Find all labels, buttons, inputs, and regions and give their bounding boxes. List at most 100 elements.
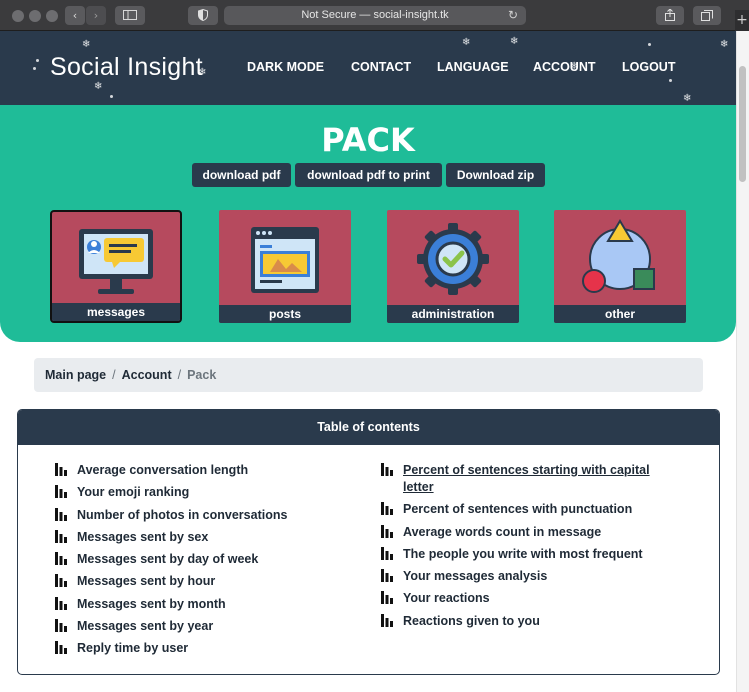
page-title: PACK bbox=[321, 121, 415, 159]
card-label-messages: messages bbox=[52, 303, 180, 321]
chevron-right-icon: › bbox=[93, 9, 99, 22]
toc-item[interactable]: Your messages analysis bbox=[381, 568, 681, 585]
bar-chart-icon bbox=[55, 552, 67, 566]
breadcrumb-separator: / bbox=[112, 368, 116, 382]
nav-logout[interactable]: LOGOUT bbox=[622, 60, 675, 74]
share-button[interactable] bbox=[656, 6, 684, 25]
snowflake-icon: ❄ bbox=[510, 36, 519, 47]
bar-chart-icon bbox=[55, 485, 67, 499]
toc-item[interactable]: Number of photos in conversations bbox=[55, 507, 355, 524]
pack-hero: PACK download pdf download pdf to print … bbox=[0, 105, 736, 342]
bar-chart-icon bbox=[55, 574, 67, 588]
breadcrumb-account[interactable]: Account bbox=[122, 368, 172, 382]
toc-title: Table of contents bbox=[18, 410, 719, 445]
nav-language[interactable]: LANGUAGE bbox=[437, 60, 509, 74]
breadcrumb-separator: / bbox=[177, 368, 182, 382]
chevron-left-icon: ‹ bbox=[72, 9, 78, 22]
breadcrumb-main-page[interactable]: Main page bbox=[45, 368, 106, 382]
share-icon bbox=[665, 8, 675, 21]
browser-toolbar: ‹ › Not Secure — social-insight.tk ↻ + bbox=[0, 0, 749, 31]
toc-item[interactable]: Messages sent by year bbox=[55, 618, 355, 635]
snowflake-icon: ❄ bbox=[198, 67, 207, 78]
toc-item[interactable]: Messages sent by hour bbox=[55, 573, 355, 590]
forward-button[interactable]: › bbox=[86, 6, 106, 25]
category-card-other[interactable]: other bbox=[554, 210, 686, 323]
bar-chart-icon bbox=[381, 524, 393, 538]
toc-item[interactable]: Reply time by user bbox=[55, 640, 355, 657]
toc-item[interactable]: Your emoji ranking bbox=[55, 484, 355, 501]
snow-dot bbox=[33, 67, 36, 70]
tabs-overview-button[interactable] bbox=[693, 6, 721, 25]
snowflake-icon: ❄ bbox=[720, 39, 729, 50]
nav-account[interactable]: ACCOUNT bbox=[533, 60, 596, 74]
snow-dot bbox=[648, 43, 651, 46]
address-bar[interactable]: Not Secure — social-insight.tk ↻ bbox=[224, 6, 526, 25]
bar-chart-icon bbox=[55, 619, 67, 633]
toc-left-column: Average conversation length Your emoji r… bbox=[55, 462, 355, 663]
bar-chart-icon bbox=[381, 463, 393, 476]
toc-item[interactable]: Messages sent by sex bbox=[55, 529, 355, 546]
bar-chart-icon bbox=[55, 507, 67, 521]
bar-chart-icon bbox=[55, 529, 67, 543]
bar-chart-icon bbox=[55, 596, 67, 610]
sidebar-toggle-button[interactable] bbox=[115, 6, 145, 25]
download-pdf-print-button[interactable]: download pdf to print bbox=[295, 163, 442, 187]
toc-item[interactable]: Percent of sentences starting with capit… bbox=[381, 462, 681, 496]
bar-chart-icon bbox=[381, 613, 393, 627]
new-tab-button[interactable]: + bbox=[735, 10, 749, 31]
breadcrumb-current: Pack bbox=[187, 368, 217, 382]
toc-item[interactable]: Messages sent by month bbox=[55, 596, 355, 613]
close-window-button[interactable] bbox=[12, 10, 24, 22]
tabs-icon bbox=[701, 10, 713, 21]
bar-chart-icon bbox=[381, 502, 393, 516]
gear-check-icon bbox=[417, 223, 489, 295]
card-label-other: other bbox=[554, 305, 686, 323]
shield-icon bbox=[198, 8, 208, 22]
category-card-posts[interactable]: posts bbox=[219, 210, 351, 323]
snowflake-icon: ❄ bbox=[82, 39, 91, 50]
download-zip-button[interactable]: Download zip bbox=[446, 163, 545, 187]
toc-item[interactable]: Percent of sentences with punctuation bbox=[381, 501, 681, 518]
toc-item[interactable]: Reactions given to you bbox=[381, 613, 681, 630]
snowflake-icon: ❄ bbox=[570, 61, 579, 72]
minimize-window-button[interactable] bbox=[29, 10, 41, 22]
zoom-window-button[interactable] bbox=[46, 10, 58, 22]
snowflake-icon: ❄ bbox=[94, 81, 103, 92]
monitor-chat-icon bbox=[79, 229, 153, 294]
toc-item[interactable]: The people you write with most frequent bbox=[381, 546, 681, 563]
snowflake-icon: ❄ bbox=[462, 37, 471, 48]
nav-contact[interactable]: CONTACT bbox=[351, 60, 411, 74]
breadcrumb: Main page / Account / Pack bbox=[34, 358, 703, 392]
bar-chart-icon bbox=[381, 591, 393, 605]
browser-window-icon bbox=[251, 227, 319, 293]
privacy-report-button[interactable] bbox=[188, 6, 218, 25]
bar-chart-icon bbox=[381, 546, 393, 560]
snow-dot bbox=[669, 79, 672, 82]
category-card-messages[interactable]: messages bbox=[50, 210, 182, 323]
category-card-administration[interactable]: administration bbox=[387, 210, 519, 323]
shapes-icon bbox=[582, 219, 655, 293]
bar-chart-icon bbox=[381, 569, 393, 583]
toc-item[interactable]: Your reactions bbox=[381, 590, 681, 607]
sidebar-icon bbox=[123, 10, 137, 20]
reload-icon[interactable]: ↻ bbox=[508, 6, 518, 25]
bar-chart-icon bbox=[55, 463, 67, 476]
toc-item[interactable]: Messages sent by day of week bbox=[55, 551, 355, 568]
snow-dot bbox=[36, 59, 39, 62]
toc-item[interactable]: Average conversation length bbox=[55, 462, 355, 479]
back-button[interactable]: ‹ bbox=[65, 6, 85, 25]
bar-chart-icon bbox=[55, 641, 67, 655]
download-pdf-button[interactable]: download pdf bbox=[192, 163, 291, 187]
site-header: Social Insight DARK MODE CONTACT LANGUAG… bbox=[0, 31, 736, 105]
snow-dot bbox=[110, 95, 113, 98]
table-of-contents: Table of contents Average conversation l… bbox=[17, 409, 720, 675]
scrollbar-thumb[interactable] bbox=[739, 66, 746, 182]
page-scrollbar[interactable] bbox=[736, 31, 749, 692]
snowflake-icon: ❄ bbox=[683, 93, 692, 104]
toc-item[interactable]: Average words count in message bbox=[381, 524, 681, 541]
nav-dark-mode[interactable]: DARK MODE bbox=[247, 60, 324, 74]
card-label-administration: administration bbox=[387, 305, 519, 323]
card-label-posts: posts bbox=[219, 305, 351, 323]
site-logo[interactable]: Social Insight bbox=[50, 53, 203, 82]
url-text: Not Secure — social-insight.tk bbox=[301, 9, 449, 21]
